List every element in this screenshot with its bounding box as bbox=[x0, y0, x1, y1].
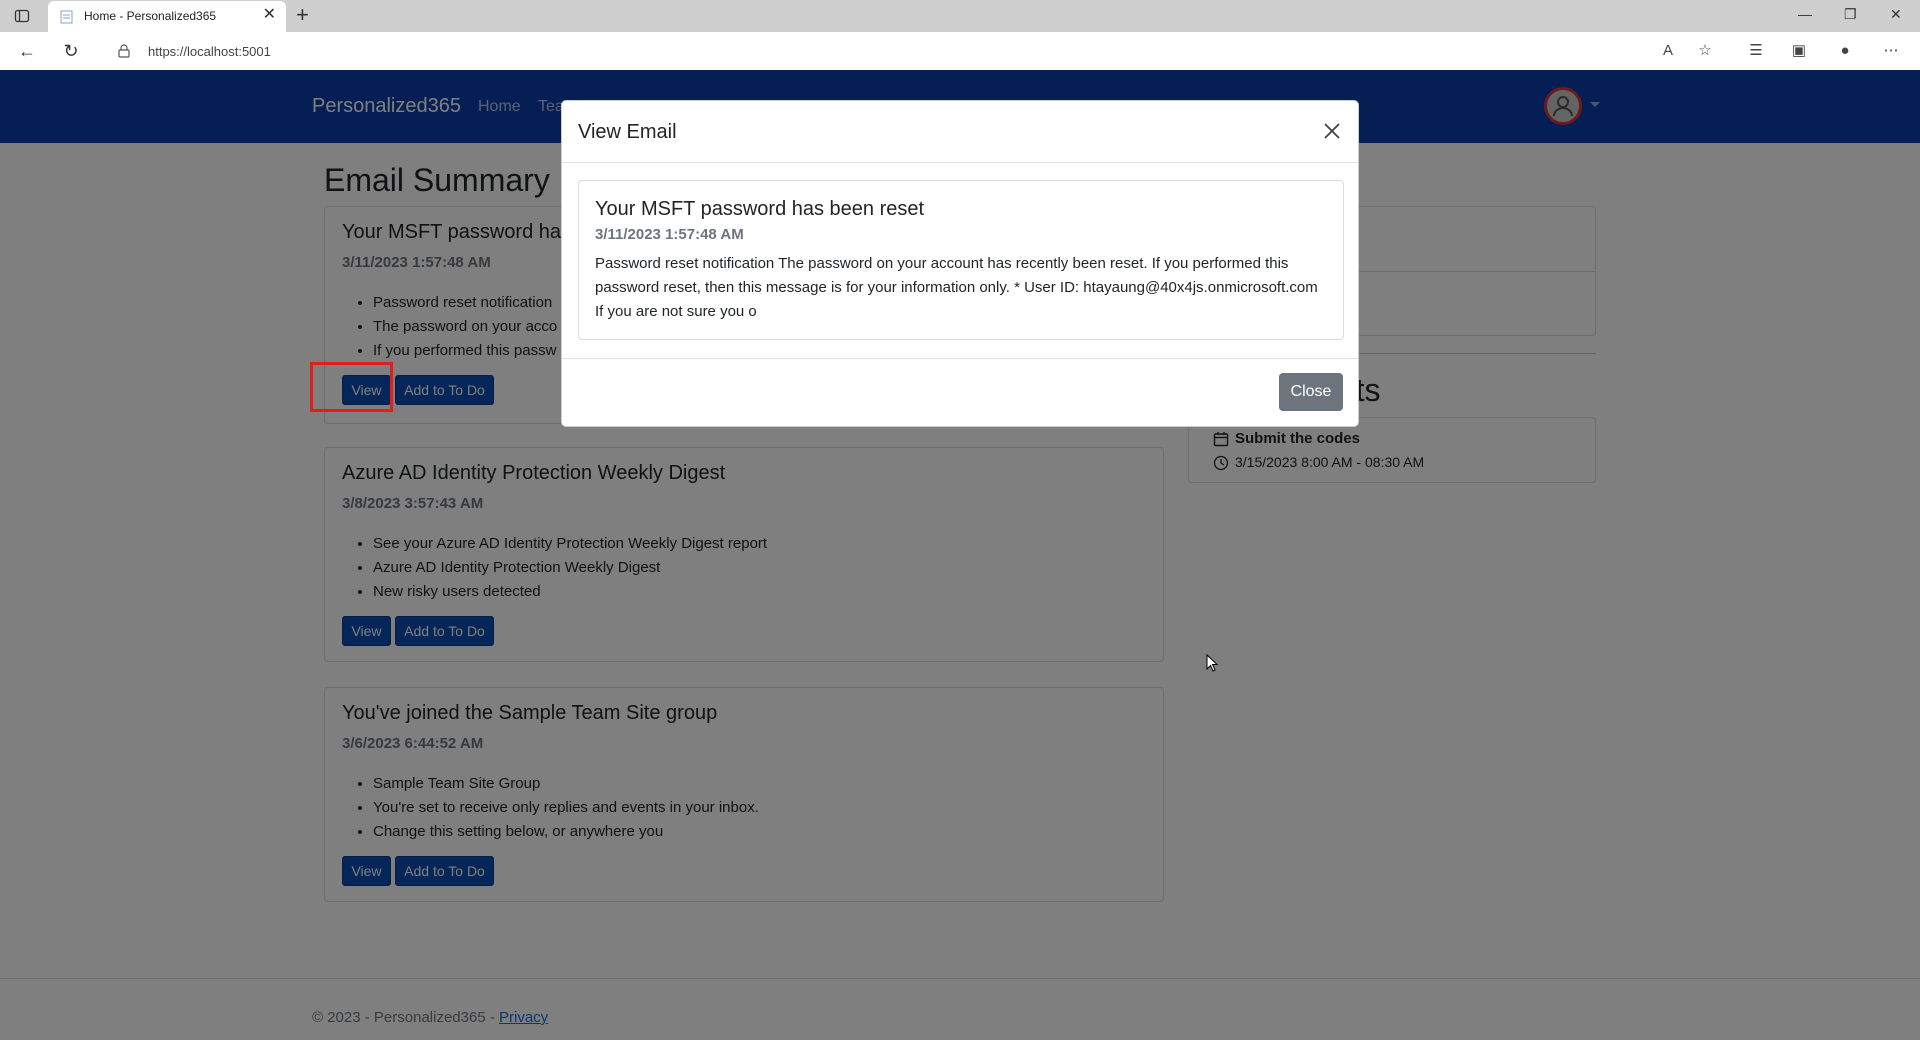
tab-close-icon[interactable]: ✕ bbox=[263, 7, 276, 23]
tab-title: Home - Personalized365 bbox=[84, 9, 217, 23]
refresh-icon[interactable]: ↻ bbox=[60, 40, 82, 62]
restore-icon[interactable]: ❐ bbox=[1844, 6, 1857, 23]
modal-header: View Email bbox=[562, 101, 1358, 163]
window-close-icon[interactable]: ✕ bbox=[1890, 6, 1902, 23]
favorites-icon[interactable]: ☰ bbox=[1745, 40, 1767, 62]
browser-tab-bar: Home - Personalized365 ✕ + — ❐ ✕ bbox=[0, 0, 1920, 32]
address-bar: ← ↻ https://localhost:5001 A ☆ ☰ ▣ ● ⋯ bbox=[0, 32, 1920, 70]
minimize-icon[interactable]: — bbox=[1798, 6, 1812, 22]
email-detail-date: 3/11/2023 1:57:48 AM bbox=[595, 226, 744, 243]
browser-tab[interactable]: Home - Personalized365 ✕ bbox=[48, 1, 286, 32]
profile-icon[interactable]: ● bbox=[1834, 40, 1856, 62]
email-detail-title: Your MSFT password has been reset bbox=[595, 198, 925, 220]
email-detail-body: Password reset notification The password… bbox=[595, 255, 1318, 320]
url-field[interactable]: https://localhost:5001 bbox=[104, 36, 1764, 66]
view-email-modal: View Email Your MSFT password has been r… bbox=[561, 100, 1359, 427]
close-button[interactable]: Close bbox=[1279, 373, 1343, 411]
modal-title: View Email bbox=[578, 121, 677, 143]
lock-icon bbox=[118, 44, 130, 58]
collections-icon[interactable]: ▣ bbox=[1788, 40, 1810, 62]
tab-actions-icon[interactable] bbox=[14, 8, 30, 24]
close-icon[interactable] bbox=[1322, 121, 1342, 141]
highlight-box bbox=[310, 362, 393, 412]
new-tab-icon[interactable]: + bbox=[296, 4, 309, 26]
page-favicon-icon bbox=[60, 10, 73, 24]
modal-body: Your MSFT password has been reset 3/11/2… bbox=[562, 163, 1358, 358]
read-aloud-icon[interactable]: A bbox=[1657, 40, 1679, 62]
email-detail-card: Your MSFT password has been reset 3/11/2… bbox=[578, 180, 1344, 340]
add-favorite-icon[interactable]: ☆ bbox=[1694, 40, 1716, 62]
more-icon[interactable]: ⋯ bbox=[1880, 40, 1902, 62]
mouse-cursor-icon bbox=[1206, 654, 1218, 672]
url-text: https://localhost:5001 bbox=[148, 44, 271, 59]
modal-footer: Close bbox=[562, 358, 1358, 426]
back-icon[interactable]: ← bbox=[16, 40, 38, 62]
